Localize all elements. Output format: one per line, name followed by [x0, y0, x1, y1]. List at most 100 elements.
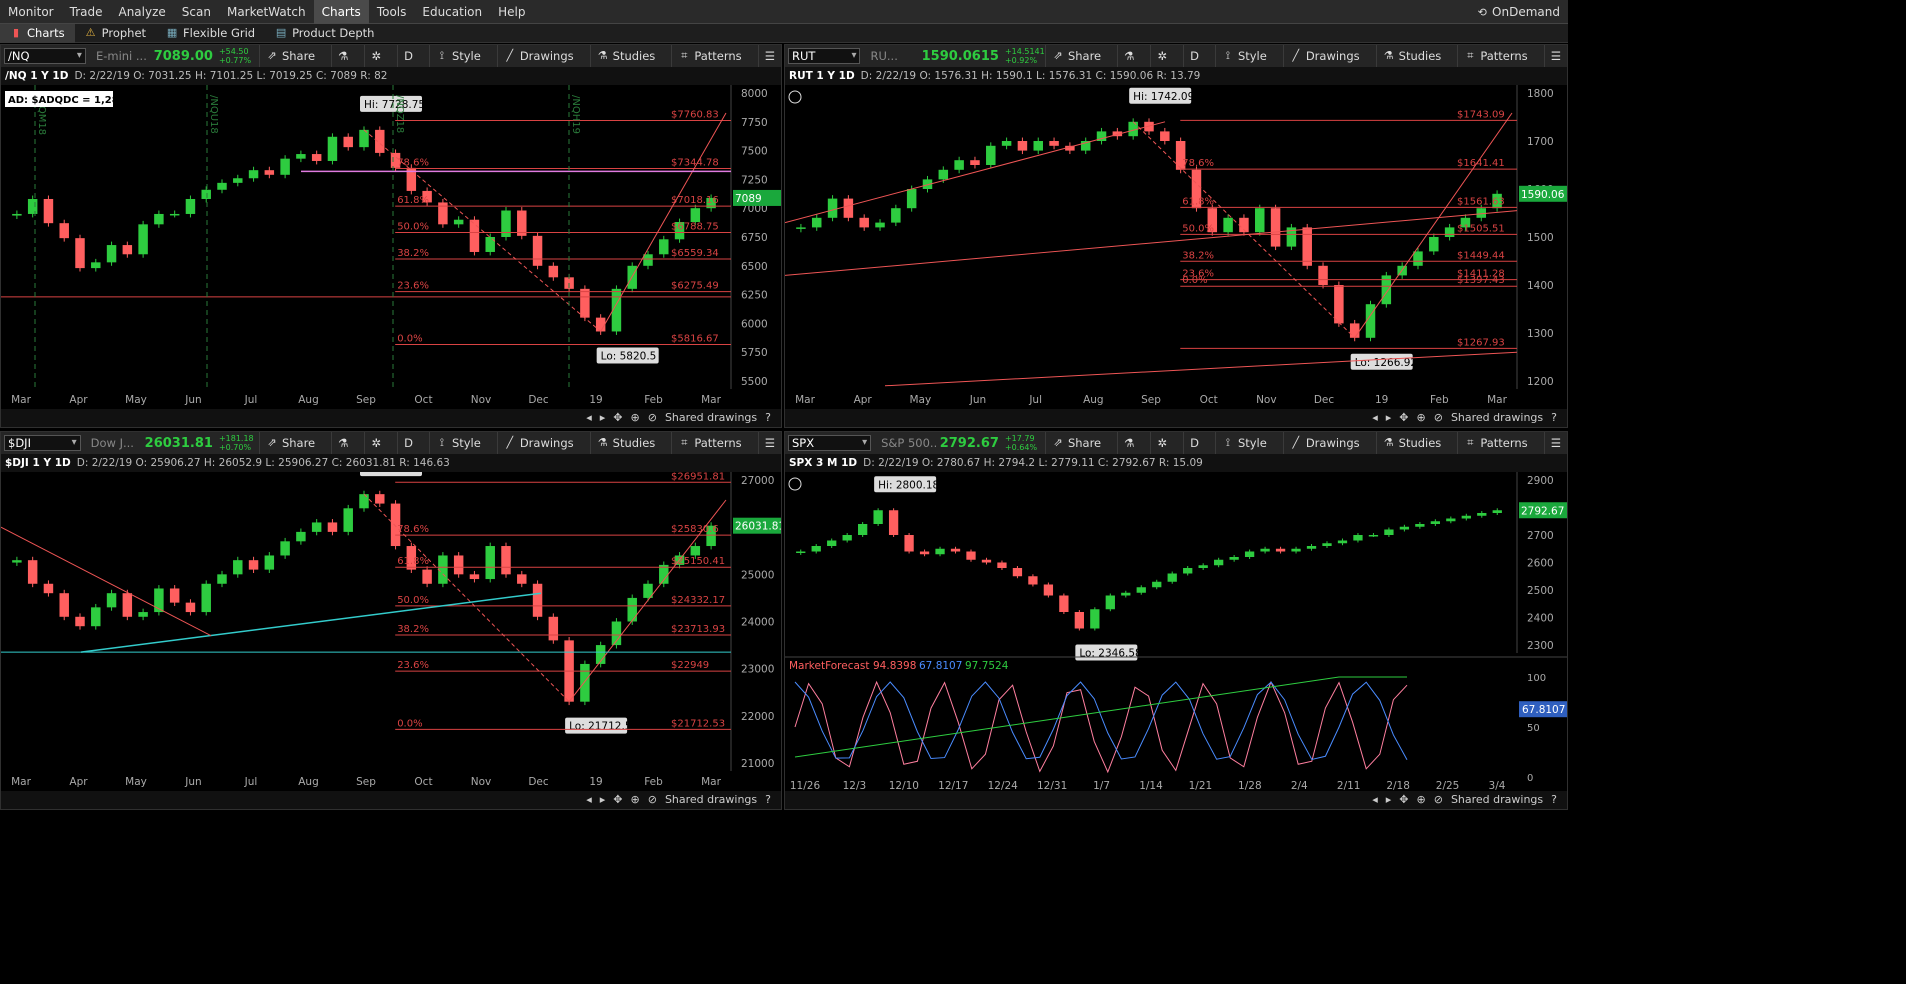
aggregation-button[interactable]: D	[1183, 45, 1205, 67]
studies-button[interactable]: ⚗ Studies	[589, 45, 662, 67]
pan-icon[interactable]: ✥	[1399, 793, 1408, 806]
candle	[859, 217, 869, 228]
high-callout: Hi: 26951.81	[360, 472, 432, 477]
menu-icon[interactable]: ☰	[1543, 45, 1567, 67]
menu-education[interactable]: Education	[414, 0, 490, 24]
trendline[interactable]	[884, 351, 1518, 387]
zoom-in-icon[interactable]: ⊕	[1417, 411, 1426, 424]
drawings-button[interactable]: ╱ Drawings	[496, 432, 580, 454]
ondemand-button[interactable]: ⟲ OnDemand	[1476, 0, 1560, 24]
style-button[interactable]: ⟟ Style	[428, 432, 487, 454]
info-icon[interactable]	[788, 90, 802, 104]
drawings-button[interactable]: ╱ Drawings	[496, 45, 580, 67]
help-icon[interactable]: ?	[1551, 411, 1557, 424]
zoom-icon[interactable]: ⊘	[1434, 411, 1443, 424]
trendline[interactable]	[785, 121, 1166, 224]
change-values: +181.18 +0.70%	[219, 434, 254, 452]
studies-button[interactable]: ⚗ Studies	[589, 432, 662, 454]
subtab-prophet[interactable]: ⚠ Prophet	[75, 24, 156, 43]
y-tick-label: 1200	[1527, 376, 1554, 388]
studies-button[interactable]: ⚗ Studies	[1375, 432, 1448, 454]
gear-icon[interactable]: ✲	[364, 432, 387, 454]
symbol-selector[interactable]: RUT	[788, 48, 861, 64]
subtab-product-depth[interactable]: ▤ Product Depth	[265, 24, 384, 43]
drawings-button[interactable]: ╱ Drawings	[1282, 45, 1366, 67]
share-button[interactable]: ⇗ Share	[1044, 45, 1107, 67]
menu-monitor[interactable]: Monitor	[0, 0, 62, 24]
menu-icon[interactable]: ☰	[1543, 432, 1567, 454]
menu-scan[interactable]: Scan	[174, 0, 219, 24]
symbol-selector[interactable]: /NQ	[4, 48, 86, 64]
zoom-in-icon[interactable]: ⊕	[631, 411, 640, 424]
scroll-right-icon[interactable]: ▸	[600, 793, 606, 806]
zoom-in-icon[interactable]: ⊕	[631, 793, 640, 806]
help-icon[interactable]: ?	[765, 793, 771, 806]
scroll-left-icon[interactable]: ◂	[1372, 793, 1378, 806]
style-button[interactable]: ⟟ Style	[1214, 45, 1273, 67]
menu-marketwatch[interactable]: MarketWatch	[219, 0, 314, 24]
price-chart[interactable]: 8000775075007250700067506500625060005750…	[1, 85, 782, 411]
share-button[interactable]: ⇗ Share	[1044, 432, 1107, 454]
price-chart[interactable]: 27000260002500024000230002200021000MarAp…	[1, 472, 782, 793]
patterns-button[interactable]: ⌗ Patterns	[1457, 432, 1533, 454]
style-button[interactable]: ⟟ Style	[428, 45, 487, 67]
symbol-selector[interactable]: $DJI	[4, 435, 81, 451]
zoom-icon[interactable]: ⊘	[648, 411, 657, 424]
scroll-right-icon[interactable]: ▸	[1386, 793, 1392, 806]
pan-icon[interactable]: ✥	[1399, 411, 1408, 424]
scroll-right-icon[interactable]: ▸	[1386, 411, 1392, 424]
candle	[1270, 208, 1281, 247]
menu-icon[interactable]: ☰	[757, 432, 781, 454]
menu-tools[interactable]: Tools	[369, 0, 415, 24]
flask-icon[interactable]: ⚗	[1117, 432, 1140, 454]
low-label: Lo: 2346.58	[1079, 648, 1141, 660]
gear-icon[interactable]: ✲	[1150, 432, 1173, 454]
help-icon[interactable]: ?	[1551, 793, 1557, 806]
aggregation-button[interactable]: D	[1183, 432, 1205, 454]
subtab-charts[interactable]: ▮ Charts	[0, 23, 75, 43]
pan-icon[interactable]: ✥	[613, 411, 622, 424]
aggregation-button[interactable]: D	[397, 432, 419, 454]
flask-icon[interactable]: ⚗	[331, 432, 354, 454]
ad-badge: AD: $ADQDC = 1,287	[5, 91, 126, 107]
gear-icon[interactable]: ✲	[364, 45, 387, 67]
menu-trade[interactable]: Trade	[62, 0, 111, 24]
flask-icon[interactable]: ⚗	[1117, 45, 1140, 67]
candle	[548, 616, 559, 641]
share-button[interactable]: ⇗ Share	[258, 45, 321, 67]
help-icon[interactable]: ?	[765, 411, 771, 424]
menu-help[interactable]: Help	[490, 0, 533, 24]
scroll-left-icon[interactable]: ◂	[586, 793, 592, 806]
patterns-button[interactable]: ⌗ Patterns	[1457, 45, 1533, 67]
drawings-button[interactable]: ╱ Drawings	[1282, 432, 1366, 454]
patterns-button[interactable]: ⌗ Patterns	[671, 45, 747, 67]
style-button[interactable]: ⟟ Style	[1214, 432, 1273, 454]
candle	[1059, 595, 1069, 612]
price-chart[interactable]: 1800170016001500140013001200MarAprMayJun…	[785, 85, 1568, 411]
info-icon[interactable]	[788, 477, 802, 491]
symbol-selector[interactable]: SPX	[788, 435, 872, 451]
studies-button[interactable]: ⚗ Studies	[1375, 45, 1448, 67]
trendline[interactable]	[80, 592, 542, 653]
candle	[359, 129, 369, 148]
patterns-button[interactable]: ⌗ Patterns	[671, 432, 747, 454]
flask-icon[interactable]: ⚗	[331, 45, 354, 67]
zoom-icon[interactable]: ⊘	[648, 793, 657, 806]
candle	[359, 494, 369, 509]
gear-icon[interactable]: ✲	[1150, 45, 1173, 67]
menu-analyze[interactable]: Analyze	[110, 0, 173, 24]
aggregation-button[interactable]: D	[397, 45, 419, 67]
scroll-left-icon[interactable]: ◂	[586, 411, 592, 424]
scroll-right-icon[interactable]: ▸	[600, 411, 606, 424]
subtab-flexible-grid[interactable]: ▦ Flexible Grid	[156, 24, 265, 43]
zoom-in-icon[interactable]: ⊕	[1417, 793, 1426, 806]
fib-trendline[interactable]	[1132, 121, 1356, 339]
menu-charts[interactable]: Charts	[313, 0, 369, 24]
price-chart[interactable]: 290028002700260025002400230011/2612/312/…	[785, 472, 1568, 793]
candle	[1349, 323, 1360, 338]
scroll-left-icon[interactable]: ◂	[1372, 411, 1378, 424]
share-button[interactable]: ⇗ Share	[258, 432, 321, 454]
pan-icon[interactable]: ✥	[613, 793, 622, 806]
menu-icon[interactable]: ☰	[757, 45, 781, 67]
zoom-icon[interactable]: ⊘	[1434, 793, 1443, 806]
